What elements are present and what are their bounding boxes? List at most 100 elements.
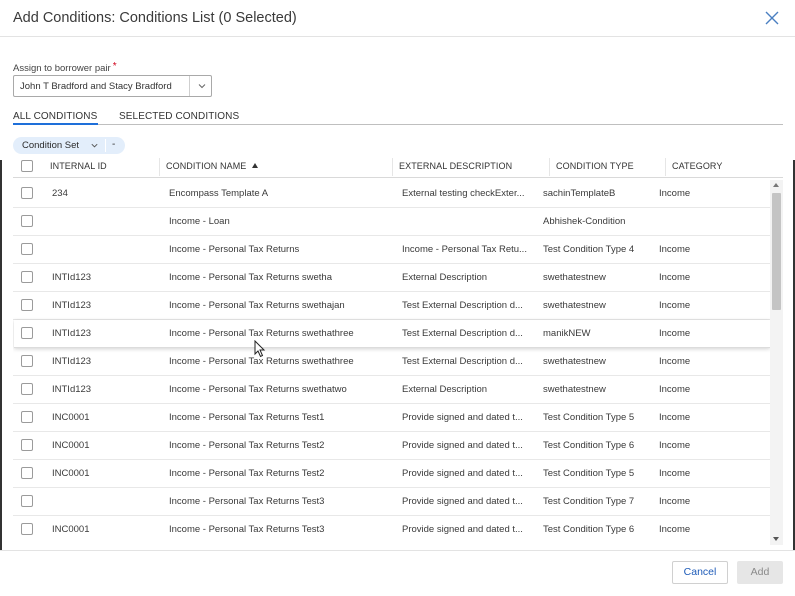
cell-type: swethatestnew (543, 356, 606, 367)
table-row[interactable]: INC0001 Income - Personal Tax Returns Tes… (13, 460, 770, 488)
scroll-down-icon[interactable] (773, 537, 779, 541)
borrower-pair-label: Assign to borrower pair * (13, 61, 117, 74)
vertical-scrollbar[interactable] (770, 180, 783, 545)
table-row[interactable]: INTId123 Income - Personal Tax Returns sw… (13, 376, 770, 404)
cell-name: Income - Personal Tax Returns swethajan (169, 300, 345, 311)
column-header-internal-id[interactable]: INTERNAL ID (50, 161, 107, 171)
remove-filter-button[interactable]: - (112, 139, 115, 150)
tab-selected-conditions[interactable]: SELECTED CONDITIONS (119, 111, 239, 122)
select-divider (189, 76, 190, 96)
row-checkbox[interactable] (21, 215, 33, 227)
cell-desc: Income - Personal Tax Retu... (402, 244, 527, 255)
add-conditions-dialog: Add Conditions: Conditions List (0 Selec… (0, 0, 795, 596)
table-row[interactable]: INTId123 Income - Personal Tax Returns sw… (14, 320, 770, 348)
cell-category: Income (659, 468, 691, 479)
table-row[interactable]: INC0001 Income - Personal Tax Returns Tes… (13, 432, 770, 460)
cell-id: INTId123 (52, 328, 92, 339)
column-header-condition-type[interactable]: CONDITION TYPE (556, 161, 634, 171)
cell-name: Income - Personal Tax Returns Test2 (169, 468, 325, 479)
cell-id: INC0001 (52, 412, 90, 423)
cell-desc: Test External Description d... (402, 328, 523, 339)
cell-name: Income - Personal Tax Returns Test1 (169, 412, 325, 423)
table-row[interactable]: INC0001 Income - Personal Tax Returns Tes… (13, 516, 770, 543)
table-row[interactable]: Income - Loan Abhishek-Condition (13, 208, 770, 236)
cell-type: manikNEW (543, 328, 591, 339)
dialog-header: Add Conditions: Conditions List (0 Selec… (0, 0, 795, 37)
tab-bar: ALL CONDITIONS SELECTED CONDITIONS (13, 110, 783, 125)
row-checkbox[interactable] (21, 383, 33, 395)
sort-ascending-icon (252, 163, 259, 168)
filter-chip-label: Condition Set (22, 140, 80, 151)
cell-name: Income - Personal Tax Returns swethathre… (169, 328, 354, 339)
cell-category: Income (659, 300, 691, 311)
select-all-checkbox[interactable] (21, 160, 33, 172)
row-checkbox[interactable] (21, 495, 33, 507)
close-icon[interactable] (764, 10, 780, 26)
cell-name: Income - Personal Tax Returns Test2 (169, 440, 325, 451)
cell-category: Income (659, 188, 691, 199)
row-checkbox[interactable] (21, 327, 33, 339)
cell-type: swethatestnew (543, 272, 606, 283)
table-row[interactable]: INTId123 Income - Personal Tax Returns sw… (13, 264, 770, 292)
cell-id: INTId123 (52, 300, 92, 311)
table-row[interactable]: Income - Personal Tax Returns Income - Pe… (13, 236, 770, 264)
cell-id: INC0001 (52, 524, 90, 535)
column-header-category[interactable]: CATEGORY (672, 161, 722, 171)
cell-desc: Provide signed and dated t... (402, 496, 523, 507)
cell-category: Income (659, 356, 691, 367)
cell-desc: External Description (402, 272, 488, 283)
cell-type: Test Condition Type 5 (543, 468, 635, 479)
column-header-label: CONDITION NAME (166, 161, 247, 171)
tab-all-conditions[interactable]: ALL CONDITIONS (13, 111, 99, 125)
cell-name: Income - Loan (169, 216, 230, 227)
condition-set-filter-chip[interactable]: Condition Set - (13, 137, 125, 154)
cell-type: Test Condition Type 7 (543, 496, 635, 507)
scroll-up-icon[interactable] (773, 183, 779, 187)
row-checkbox[interactable] (21, 411, 33, 423)
cell-category: Income (659, 440, 691, 451)
row-checkbox[interactable] (21, 523, 33, 535)
add-button[interactable]: Add (737, 561, 783, 584)
cell-category: Income (659, 328, 691, 339)
row-checkbox[interactable] (21, 271, 33, 283)
table-row[interactable]: INTId123 Income - Personal Tax Returns sw… (13, 292, 770, 320)
cell-category: Income (659, 412, 691, 423)
borrower-pair-label-text: Assign to borrower pair (13, 63, 111, 74)
row-checkbox[interactable] (21, 187, 33, 199)
cell-id: INTId123 (52, 384, 92, 395)
cell-category: Income (659, 244, 691, 255)
chevron-down-icon[interactable] (197, 81, 207, 91)
scrollbar-thumb[interactable] (772, 193, 781, 310)
cell-desc: Provide signed and dated t... (402, 468, 523, 479)
borrower-pair-value: John T Bradford and Stacy Bradford (20, 81, 172, 92)
row-checkbox[interactable] (21, 467, 33, 479)
table-header: INTERNAL ID CONDITION NAME EXTERNAL DESC… (13, 156, 783, 178)
chevron-down-icon[interactable] (90, 141, 99, 150)
row-checkbox[interactable] (21, 243, 33, 255)
row-checkbox[interactable] (21, 355, 33, 367)
cell-name: Income - Personal Tax Returns Test3 (169, 496, 325, 507)
cell-id: INC0001 (52, 440, 90, 451)
table-row[interactable]: Income - Personal Tax Returns Test3 Provi… (13, 488, 770, 516)
cell-name: Encompass Template A (169, 188, 269, 199)
table-row[interactable]: 234 Encompass Template A External testing … (13, 180, 770, 208)
column-divider (159, 158, 160, 176)
cell-desc: Test External Description d... (402, 300, 523, 311)
row-checkbox[interactable] (21, 439, 33, 451)
dialog-title: Add Conditions: Conditions List (0 Selec… (13, 10, 297, 26)
cell-id: INTId123 (52, 356, 92, 367)
cancel-button[interactable]: Cancel (672, 561, 728, 584)
mouse-cursor-icon (254, 340, 266, 358)
cell-desc: Provide signed and dated t... (402, 440, 523, 451)
column-header-external-description[interactable]: EXTERNAL DESCRIPTION (399, 161, 512, 171)
borrower-pair-select[interactable]: John T Bradford and Stacy Bradford (13, 75, 212, 97)
cell-id: 234 (52, 188, 68, 199)
cell-type: Abhishek-Condition (543, 216, 626, 227)
cell-type: Test Condition Type 5 (543, 412, 635, 423)
row-checkbox[interactable] (21, 299, 33, 311)
table-row[interactable]: INC0001 Income - Personal Tax Returns Tes… (13, 404, 770, 432)
table-row[interactable]: INTId123 Income - Personal Tax Returns sw… (13, 348, 770, 376)
column-header-condition-name[interactable]: CONDITION NAME (166, 161, 259, 171)
dialog-footer: Cancel Add (0, 550, 795, 596)
cell-type: Test Condition Type 6 (543, 524, 635, 535)
